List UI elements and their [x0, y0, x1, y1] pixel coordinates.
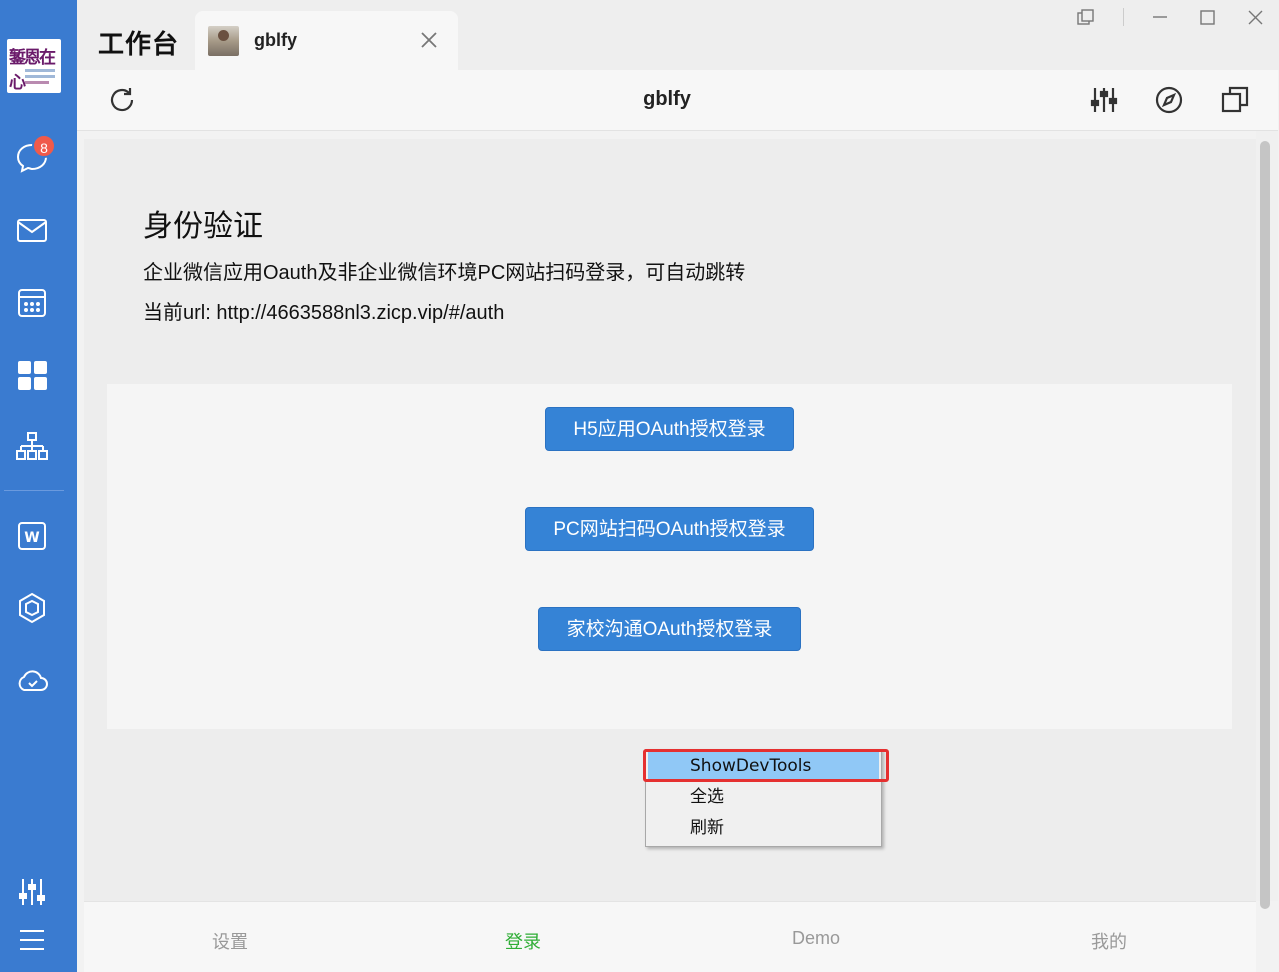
wedoc-icon[interactable]: W: [14, 518, 50, 554]
maximize-icon[interactable]: [1196, 6, 1220, 30]
page-description: 企业微信应用Oauth及非企业微信环境PC网站扫码登录，可自动跳转: [143, 262, 746, 284]
cloud-icon[interactable]: [14, 662, 50, 698]
tab-label: gblfy: [254, 30, 297, 50]
oauth-panel: H5应用OAuth授权登录 PC网站扫码OAuth授权登录 家校沟通OAuth授…: [107, 384, 1232, 729]
h5-oauth-button[interactable]: H5应用OAuth授权登录: [545, 407, 794, 451]
window-close-icon[interactable]: [1244, 6, 1268, 30]
close-icon[interactable]: [417, 28, 441, 52]
mail-icon[interactable]: [14, 212, 50, 248]
unread-badge: 8: [32, 134, 56, 158]
compass-icon[interactable]: [1153, 84, 1185, 116]
svg-text:W: W: [24, 530, 39, 546]
menu-icon[interactable]: [14, 922, 50, 958]
pc-scan-oauth-button[interactable]: PC网站扫码OAuth授权登录: [525, 507, 814, 551]
popout-window-icon[interactable]: [1074, 6, 1098, 30]
minimize-icon[interactable]: [1148, 6, 1172, 30]
calendar-icon[interactable]: [14, 285, 50, 321]
nav-login[interactable]: 登录: [473, 928, 573, 954]
app-title: 工作台: [98, 29, 180, 59]
sidebar: 錾恩在心 8 W: [0, 0, 77, 972]
scrollbar[interactable]: [1256, 131, 1278, 909]
tab-gblfy[interactable]: gblfy: [195, 11, 458, 70]
adjust-sliders-icon[interactable]: [1088, 84, 1120, 116]
nav-mine[interactable]: 我的: [1059, 928, 1159, 954]
open-window-icon[interactable]: [1219, 84, 1251, 116]
window-controls-divider: [1123, 8, 1124, 26]
menu-item-select-all[interactable]: 全选: [648, 783, 879, 811]
highlight-box: [643, 749, 889, 782]
title-bar: 工作台 gblfy: [77, 0, 1279, 70]
menu-item-refresh[interactable]: 刷新: [648, 814, 879, 842]
nav-demo[interactable]: Demo: [766, 928, 866, 949]
school-oauth-button[interactable]: 家校沟通OAuth授权登录: [538, 607, 801, 651]
cube-icon[interactable]: [14, 590, 50, 626]
avatar-text: 錾恩在心: [9, 48, 56, 93]
nav-settings[interactable]: 设置: [180, 928, 280, 954]
tab-avatar: [208, 26, 239, 56]
bottom-nav: 设置 登录 Demo 我的: [84, 901, 1256, 972]
page-title: gblfy: [643, 88, 691, 110]
settings-sliders-icon[interactable]: [14, 874, 50, 910]
page-heading: 身份验证: [143, 210, 263, 243]
toolbar: gblfy: [77, 70, 1278, 131]
org-chart-icon[interactable]: [14, 429, 50, 465]
sidebar-divider: [4, 490, 64, 491]
workbench-icon[interactable]: [14, 357, 50, 393]
user-avatar[interactable]: 錾恩在心: [7, 39, 61, 93]
scrollbar-thumb[interactable]: [1260, 141, 1270, 909]
current-url: 当前url: http://4663588nl3.zicp.vip/#/auth: [143, 302, 505, 324]
